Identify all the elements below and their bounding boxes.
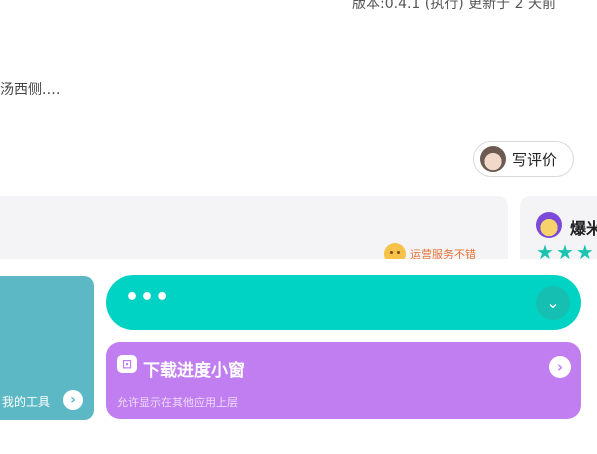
more-dots-icon[interactable]: ••• <box>125 285 170 310</box>
user-avatar <box>536 212 562 238</box>
write-review-button[interactable]: 写评价 <box>473 141 574 177</box>
download-window-subtitle: 允许显示在其他应用上层 <box>117 396 238 409</box>
download-window-icon: ⊡ <box>117 355 137 373</box>
chevron-right-icon[interactable]: › <box>63 390 83 410</box>
avatar <box>480 146 506 172</box>
comment-user-name: 爆米 <box>570 219 597 238</box>
chevron-down-icon: ⌄ <box>546 293 560 312</box>
collapse-button[interactable]: ⌄ <box>536 286 570 320</box>
floating-bar[interactable] <box>106 275 581 330</box>
write-review-label: 写评价 <box>512 150 558 169</box>
chevron-right-icon[interactable]: › <box>549 356 571 378</box>
my-tools-label: 我的工具 <box>2 395 51 409</box>
app-description-snippet[interactable]: 汤西侧.… <box>0 79 60 99</box>
version-info: 版本:0.4.1 (执行) 更新于 2 天前 <box>352 0 556 12</box>
download-window-title: 下载进度小窗 <box>143 361 245 381</box>
